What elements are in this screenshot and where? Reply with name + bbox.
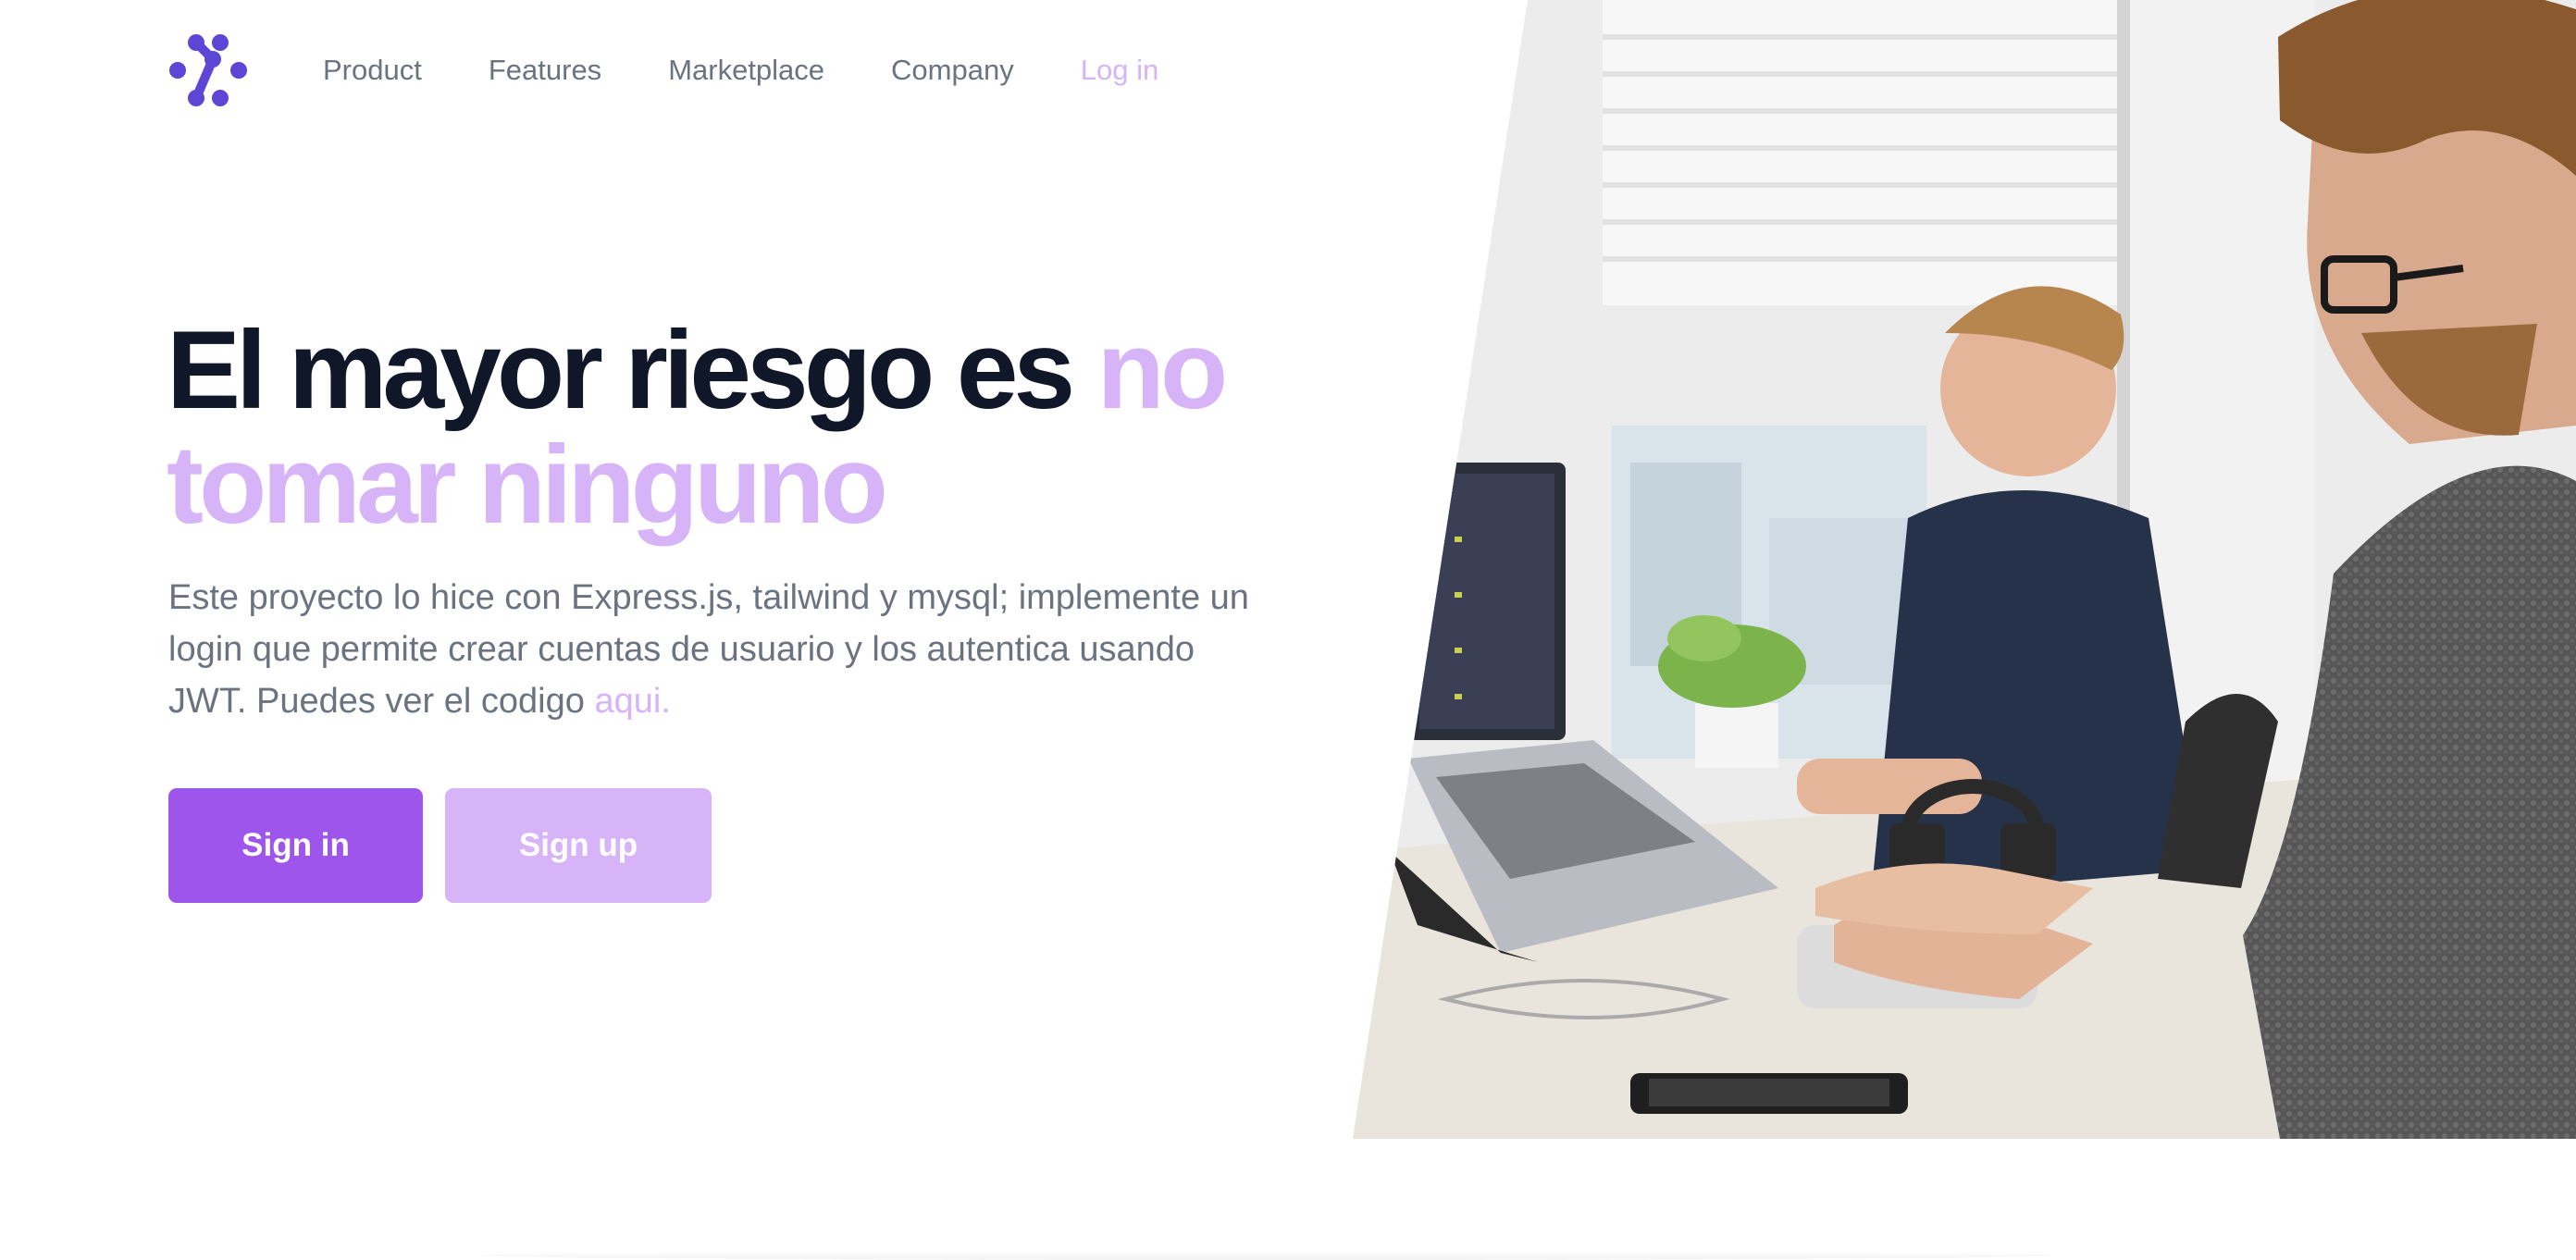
section-divider-shadow xyxy=(481,1251,2054,1260)
signup-button[interactable]: Sign up xyxy=(445,788,712,903)
nav-link-product[interactable]: Product xyxy=(323,54,422,87)
top-nav: Product Features Marketplace Company Log… xyxy=(323,52,1158,89)
headline-main-text: El mayor riesgo es xyxy=(167,308,1075,432)
brand-logo-icon[interactable] xyxy=(168,33,248,107)
hero-headline: El mayor riesgo es no tomar ninguno xyxy=(167,313,1369,542)
headline-accent-text-2: tomar ninguno xyxy=(167,423,888,547)
headline-accent-text-1: no xyxy=(1096,308,1229,432)
hero-description: Este proyecto lo hice con Express.js, ta… xyxy=(168,572,1260,727)
hero-photo xyxy=(1353,0,2576,1139)
hero-description-text: Este proyecto lo hice con Express.js, ta… xyxy=(168,578,1249,721)
login-link[interactable]: Log in xyxy=(1081,54,1158,87)
nav-link-company[interactable]: Company xyxy=(891,54,1014,87)
signin-button[interactable]: Sign in xyxy=(168,788,423,903)
code-link[interactable]: aqui. xyxy=(594,682,670,721)
nav-link-features[interactable]: Features xyxy=(489,54,601,87)
nav-link-marketplace[interactable]: Marketplace xyxy=(668,54,824,87)
